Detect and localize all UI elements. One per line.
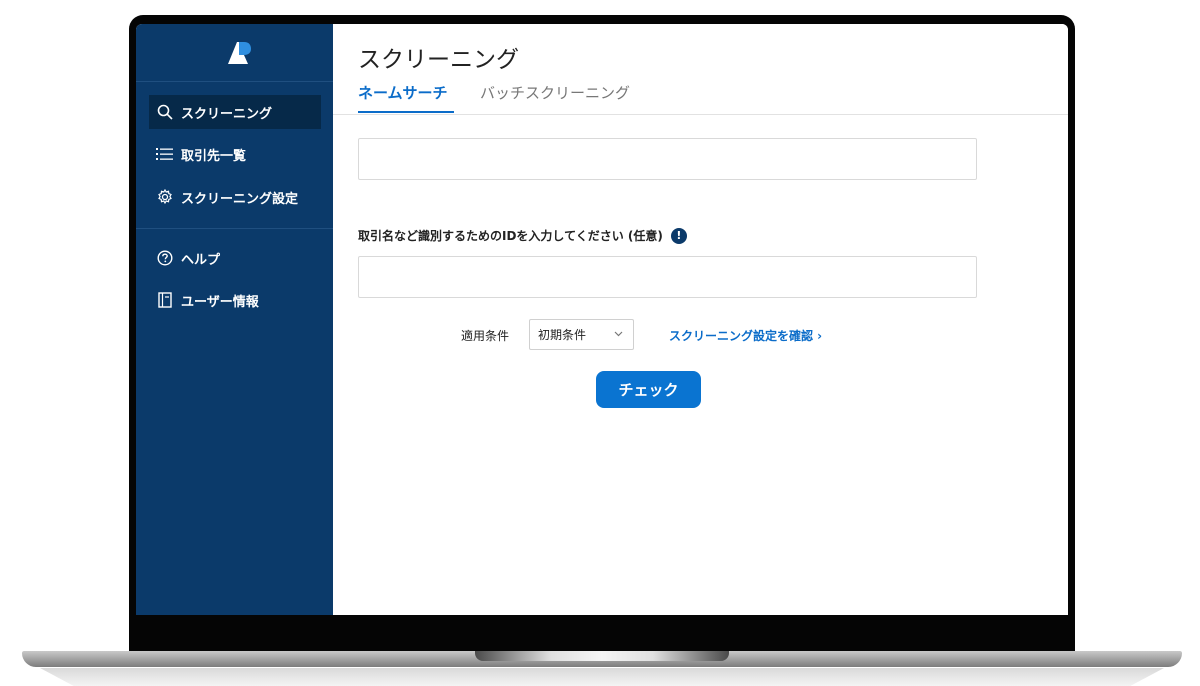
sidebar-item-screening-settings[interactable]: スクリーニング設定 [149,180,321,214]
id-input[interactable] [358,256,977,298]
sidebar-item-label: ユーザー情報 [181,294,259,310]
condition-label: 適用条件 [461,329,510,343]
sidebar-item-screening[interactable]: スクリーニング [149,95,321,129]
check-button[interactable]: チェック [596,371,701,408]
laptop-shadow [40,668,1164,686]
screening-settings-link[interactable]: スクリーニング設定を確認 › [669,327,822,344]
name-search-input[interactable] [358,138,977,180]
sidebar-item-label: ヘルプ [181,252,221,268]
sidebar-item-label: スクリーニング設定 [181,191,299,207]
laptop-hinge-notch [475,651,729,661]
tab-name-search[interactable]: ネームサーチ [358,82,448,103]
id-field-label-text: 取引名など識別するためのIDを入力してください (任意) [358,229,663,243]
page-title: スクリーニング [358,47,519,73]
tab-batch-screening[interactable]: バッチスクリーニング [480,82,630,103]
sidebar-divider [136,228,333,229]
brand-logo[interactable] [226,41,252,65]
book-icon [156,292,173,309]
list-icon [156,146,173,163]
sidebar-item-label: スクリーニング [181,106,273,122]
condition-select[interactable]: 初期条件 [529,319,634,350]
sidebar-divider [136,81,333,82]
gear-icon [156,189,173,206]
id-field-label: 取引名など識別するためのIDを入力してください (任意) ! [358,227,687,244]
header-divider [333,114,1068,115]
sidebar-item-help[interactable]: ヘルプ [149,241,321,275]
search-icon [156,104,173,121]
active-tab-indicator [358,111,454,113]
info-icon[interactable]: ! [670,227,687,244]
help-icon [156,250,173,267]
main-content: スクリーニング ネームサーチ バッチスクリーニング 取引名など識別するためのID… [333,24,1068,615]
condition-selected-value: 初期条件 [538,328,587,342]
chevron-down-icon [614,329,623,340]
sidebar-item-user-info[interactable]: ユーザー情報 [149,283,321,317]
sidebar: スクリーニング 取引先一覧 スクリーニング設定 ヘルプ ユーザー情報 [136,24,333,615]
sidebar-item-client-list[interactable]: 取引先一覧 [149,137,321,171]
sidebar-item-label: 取引先一覧 [181,148,247,164]
app-screen: スクリーニング 取引先一覧 スクリーニング設定 ヘルプ ユーザー情報 スクリーニ… [136,24,1068,615]
